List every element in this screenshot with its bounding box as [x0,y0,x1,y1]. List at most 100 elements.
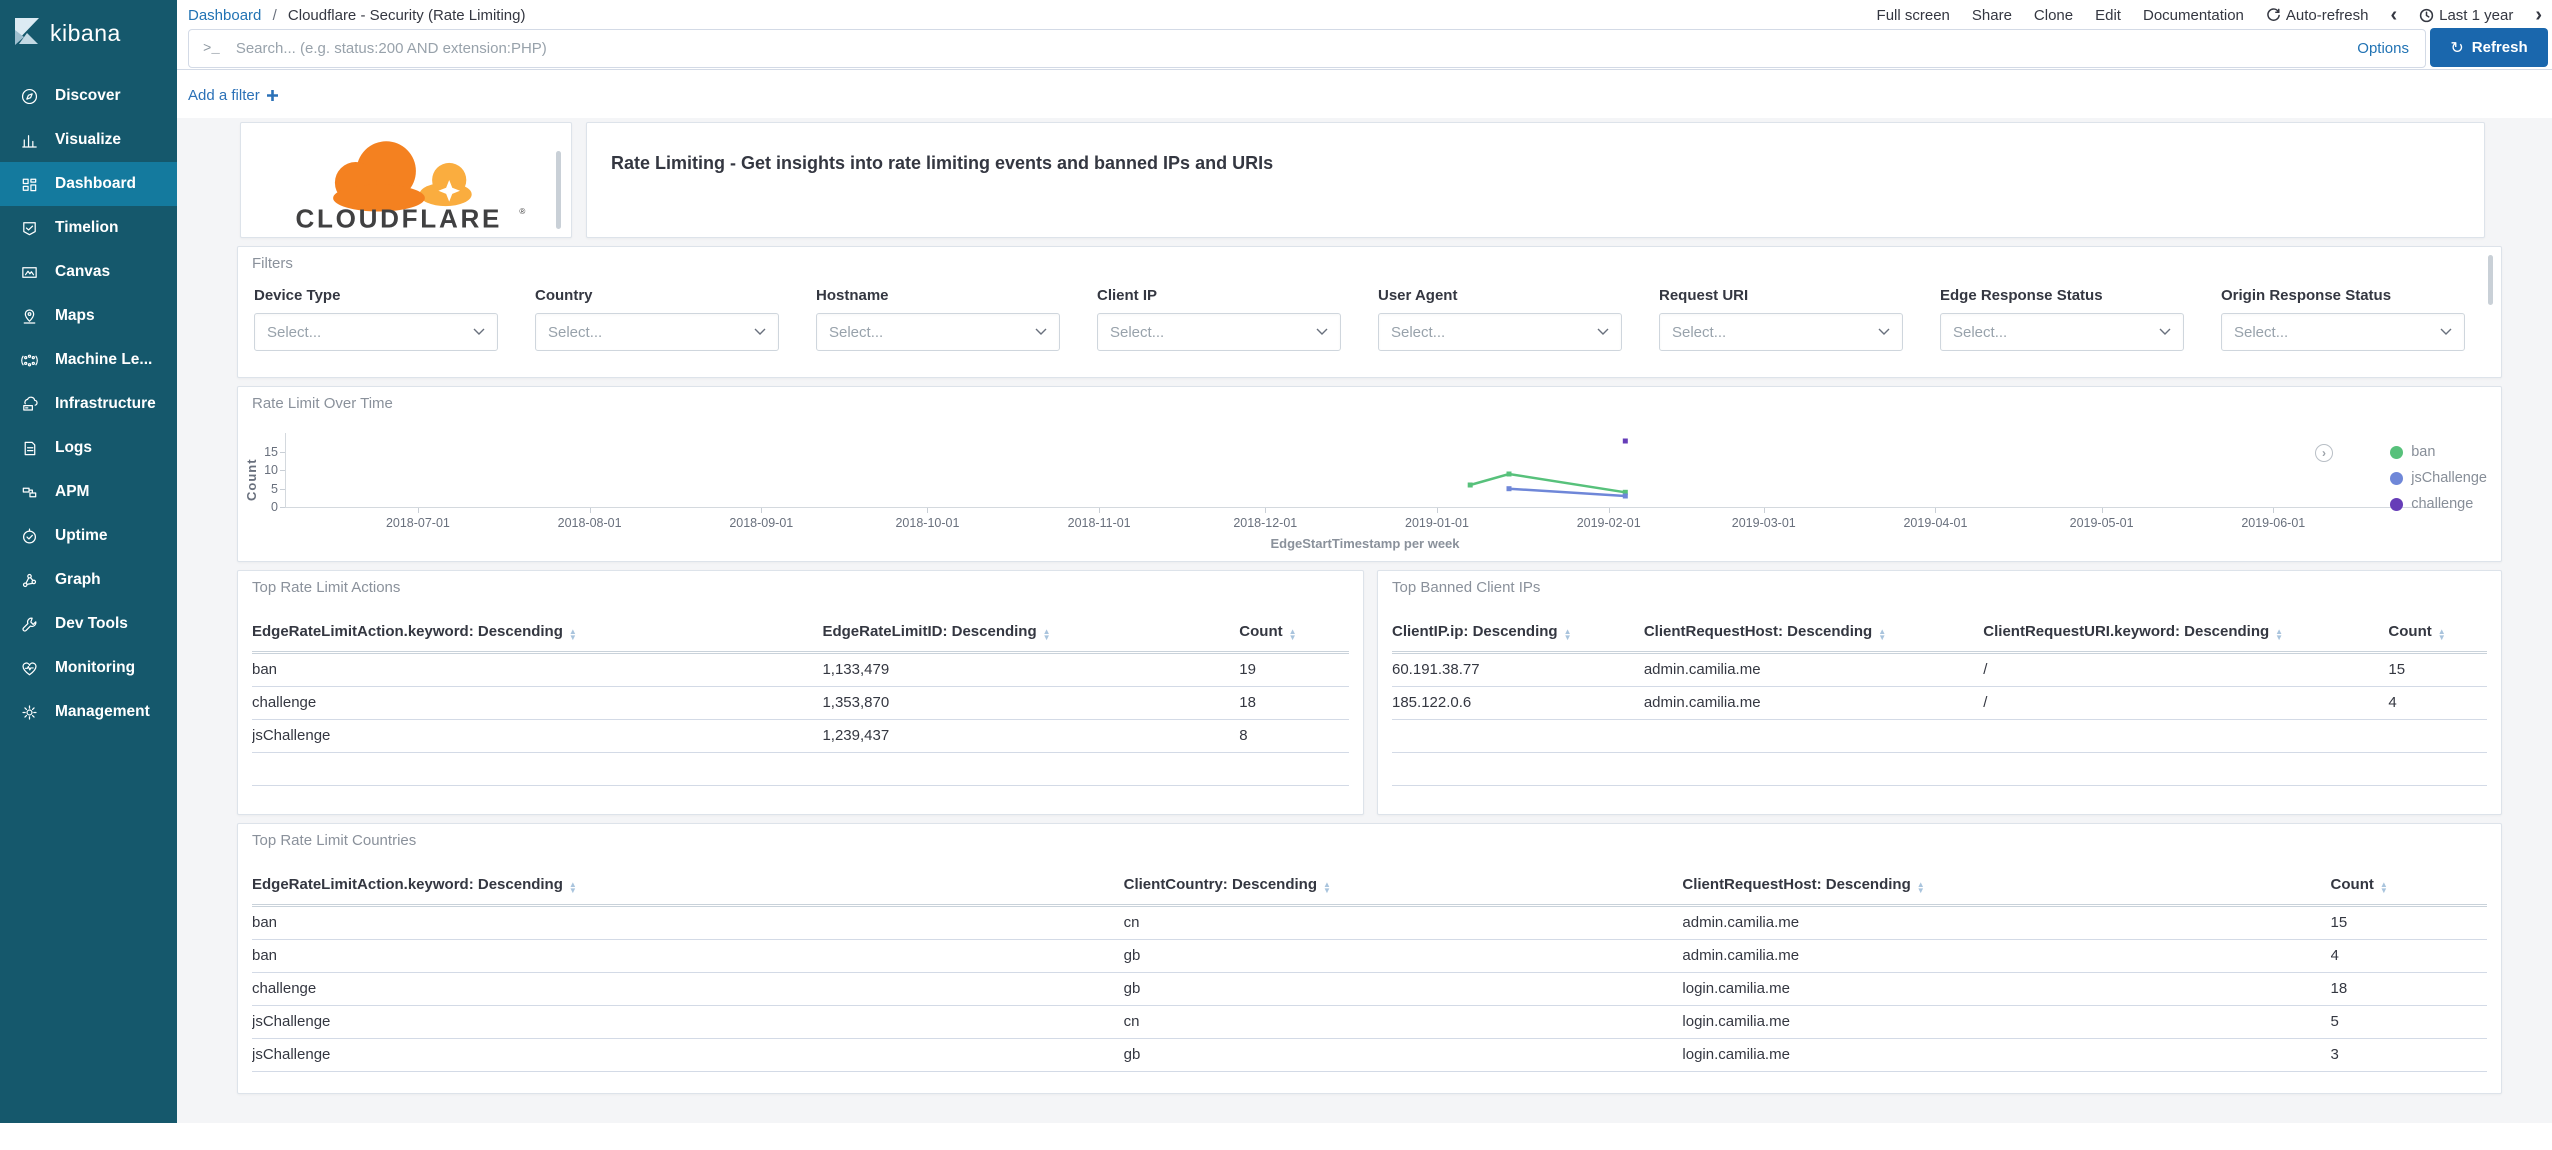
data-point-ban[interactable] [1467,482,1473,488]
apm-icon [20,483,39,502]
filter-select-country[interactable]: Select... [535,313,779,351]
menu-full-screen[interactable]: Full screen [1877,7,1950,24]
chevron-down-icon [754,328,766,335]
column-header[interactable]: ClientCountry: Descending ▲ ▼ [1123,868,1683,907]
column-header[interactable]: EdgeRateLimitAction.keyword: Descending ▲… [252,868,1124,907]
filter-label: Edge Response Status [1940,287,2103,304]
menu-documentation[interactable]: Documentation [2143,7,2244,24]
sort-icon: ▲ ▼ [2379,880,2388,895]
sidebar-item-label: Visualize [55,131,122,148]
panel-scrollbar[interactable] [2488,255,2493,305]
sidebar-item-timelion[interactable]: Timelion [0,206,177,250]
column-header[interactable]: Count ▲ ▼ [2388,615,2487,654]
breadcrumb-separator: / [272,6,277,24]
time-picker-button[interactable]: Last 1 year [2419,7,2513,24]
table-cell: jsChallenge [252,1005,1124,1039]
legend-item-jsChallenge[interactable]: jsChallenge [2390,465,2487,491]
filter-select-edge-response-status[interactable]: Select... [1940,313,2184,351]
table-cell: jsChallenge [252,1038,1124,1072]
sidebar-item-canvas[interactable]: Canvas [0,250,177,294]
breadcrumb-dashboard-link[interactable]: Dashboard [188,7,261,24]
filter-field: Client IP Select... [1097,287,1341,351]
sidebar-item-apm[interactable]: APM [0,470,177,514]
breadcrumb: Dashboard / Cloudflare - Security (Rate … [188,7,526,24]
legend-item-ban[interactable]: ban [2390,439,2487,465]
search-input[interactable] [233,39,2342,58]
main-area: Dashboard / Cloudflare - Security (Rate … [177,0,2552,1123]
filter-select-request-uri[interactable]: Select... [1659,313,1903,351]
column-header[interactable]: ClientRequestHost: Descending ▲ ▼ [1643,615,1984,654]
sort-icon: ▲ ▼ [568,880,577,895]
data-point-ban[interactable] [1506,471,1512,477]
sidebar-item-dashboard[interactable]: Dashboard [0,162,177,206]
menu-clone[interactable]: Clone [2034,7,2073,24]
y-tick-label: 10 [264,463,278,478]
kibana-home-link[interactable]: kibana [0,0,177,66]
column-header[interactable]: ClientRequestHost: Descending ▲ ▼ [1682,868,2331,907]
sidebar-nav: Discover Visualize Dashboard Timelion Ca… [0,74,177,734]
data-point-challenge[interactable] [1622,438,1628,444]
sort-icon: ▲ ▼ [1323,880,1331,895]
time-previous-button[interactable]: ‹ [2390,5,2397,25]
infrastructure-icon [20,395,39,414]
sidebar-item-uptime[interactable]: Uptime [0,514,177,558]
dev-tools-icon [20,615,39,634]
column-header[interactable]: EdgeRateLimitID: Descending ▲ ▼ [822,615,1240,654]
plus-icon [266,89,278,101]
divider [177,69,2552,70]
panel-scrollbar[interactable] [556,151,561,229]
sidebar: kibana Discover Visualize Dashboard Time… [0,0,177,1123]
column-header[interactable]: EdgeRateLimitAction.keyword: Descending ▲… [252,615,823,654]
sidebar-item-infrastructure[interactable]: Infrastructure [0,382,177,426]
sidebar-item-machine-le[interactable]: Machine Le... [0,338,177,382]
panel-rate-limit-over-time: Rate Limit Over Time Count 15 10 5 0 2018-0… [237,386,2502,562]
canvas-icon [20,263,39,282]
sidebar-item-visualize[interactable]: Visualize [0,118,177,162]
sort-icon: ▲ ▼ [1916,880,1925,895]
filter-select-origin-response-status[interactable]: Select... [2221,313,2465,351]
sidebar-item-graph[interactable]: Graph [0,558,177,602]
column-header[interactable]: ClientRequestURI.keyword: Descending ▲ ▼ [1983,615,2389,654]
query-bar: >_ Options ↻ Refresh [177,28,2552,71]
panel-title: Top Rate Limit Countries [252,832,417,849]
table-cell: cn [1123,1005,1683,1039]
chevron-down-icon [1878,328,1890,335]
filter-select-device-type[interactable]: Select... [254,313,498,351]
filter-select-client-ip[interactable]: Select... [1097,313,1341,351]
column-header[interactable]: Count ▲ ▼ [2330,868,2487,907]
x-tick-label: 2019-01-01 [1405,516,1469,530]
sidebar-item-management[interactable]: Management [0,690,177,734]
menu-edit[interactable]: Edit [2095,7,2121,24]
kibana-logo-text: kibana [50,19,121,46]
column-header[interactable]: ClientIP.ip: Descending ▲ ▼ [1392,615,1644,654]
filter-controls: Device Type Select... Country Select... [254,287,2465,351]
filter-select-hostname[interactable]: Select... [816,313,1060,351]
table-cell: / [1983,686,2389,720]
auto-refresh-button[interactable]: Auto-refresh [2266,7,2368,24]
chevron-right-circle-icon[interactable]: › [2315,444,2333,462]
menu-share[interactable]: Share [1972,7,2012,24]
column-header[interactable]: Count ▲ ▼ [1239,615,1349,654]
sidebar-item-label: Dev Tools [55,615,128,632]
add-filter-button[interactable]: Add a filter [188,87,279,104]
legend-item-challenge[interactable]: challenge [2390,491,2487,517]
data-point-jsChallenge[interactable] [1622,493,1628,499]
query-options-link[interactable]: Options [2341,40,2425,57]
top-navigation-bar: Dashboard / Cloudflare - Security (Rate … [177,0,2552,28]
data-point-jsChallenge[interactable] [1506,486,1512,492]
sidebar-item-dev-tools[interactable]: Dev Tools [0,602,177,646]
sidebar-item-maps[interactable]: Maps [0,294,177,338]
sidebar-item-discover[interactable]: Discover [0,74,177,118]
x-tick-label: 2018-07-01 [385,516,450,530]
sidebar-item-logs[interactable]: Logs [0,426,177,470]
filter-select-user-agent[interactable]: Select... [1378,313,1622,351]
table-cell: challenge [252,686,823,720]
legend-color-dot [2390,471,2404,485]
table-cell: admin.camilia.me [1643,686,1984,720]
sidebar-item-monitoring[interactable]: Monitoring [0,646,177,690]
gear-icon [20,703,39,722]
time-series-plot[interactable] [285,433,2445,513]
refresh-button[interactable]: ↻ Refresh [2430,28,2548,67]
table-cell: ban [252,939,1124,973]
time-next-button[interactable]: › [2535,5,2542,25]
